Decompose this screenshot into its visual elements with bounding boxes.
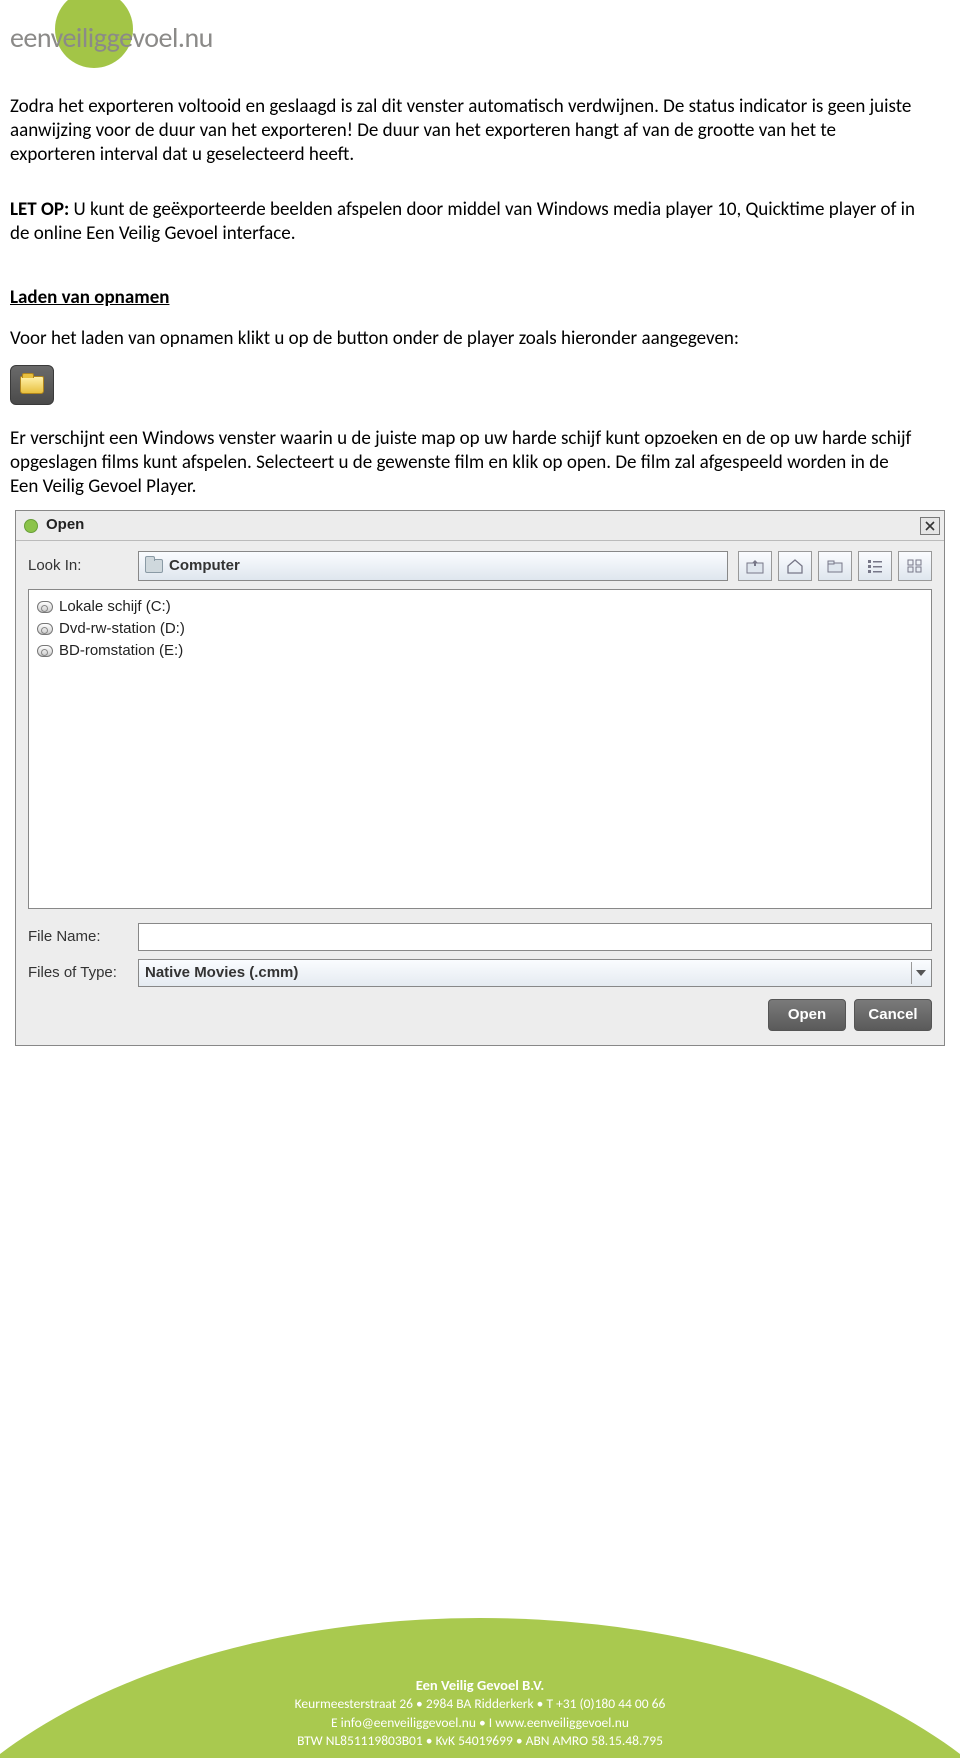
footer-line-3: BTW NL851119803B01 • KvK 54019699 • ABN … xyxy=(0,1732,960,1750)
look-in-row: Look In: Computer xyxy=(28,551,932,581)
paragraph-1: Zodra het exporteren voltooid en geslaag… xyxy=(10,95,920,166)
paragraph-letop: LET OP: U kunt de geëxporteerde beelden … xyxy=(10,198,920,246)
cancel-button[interactable]: Cancel xyxy=(854,999,932,1031)
file-type-label: Files of Type: xyxy=(28,964,138,983)
drive-label: BD-romstation (E:) xyxy=(59,642,183,661)
dialog-toolbar xyxy=(738,551,932,581)
new-folder-button[interactable] xyxy=(818,551,852,581)
folder-icon xyxy=(20,376,44,394)
footer-title: Een Veilig Gevoel B.V. xyxy=(0,1676,960,1696)
home-button[interactable] xyxy=(778,551,812,581)
file-name-label: File Name: xyxy=(28,928,138,947)
dialog-actions: Open Cancel xyxy=(28,999,932,1031)
letop-text: U kunt de geëxporteerde beelden afspelen… xyxy=(10,198,915,245)
dialog-titlebar: Open xyxy=(16,511,944,541)
dialog-body: Look In: Computer xyxy=(16,541,944,1045)
logo-text: eenveiliggevoel.nu xyxy=(10,20,213,55)
disk-icon xyxy=(37,645,53,657)
close-icon xyxy=(925,521,935,531)
up-folder-button[interactable] xyxy=(738,551,772,581)
home-icon xyxy=(786,558,804,574)
footer-text: Een Veilig Gevoel B.V. Keurmeesterstraat… xyxy=(0,1676,960,1750)
paragraph-4: Er verschijnt een Windows venster waarin… xyxy=(10,427,920,498)
drive-label: Lokale schijf (C:) xyxy=(59,598,171,617)
list-item[interactable]: Lokale schijf (C:) xyxy=(37,596,923,618)
file-name-input[interactable] xyxy=(138,923,932,951)
drive-label: Dvd-rw-station (D:) xyxy=(59,620,185,639)
letop-label: LET OP: xyxy=(10,198,69,221)
logo-header: eenveiliggevoel.nu xyxy=(0,0,960,75)
file-type-row: Files of Type: Native Movies (.cmm) xyxy=(28,959,932,987)
file-type-value: Native Movies (.cmm) xyxy=(145,964,298,983)
dialog-status-icon xyxy=(24,519,38,533)
close-button[interactable] xyxy=(920,517,940,535)
computer-icon xyxy=(145,559,163,573)
dialog-title: Open xyxy=(46,516,920,535)
chevron-down-icon xyxy=(911,962,929,984)
up-folder-icon xyxy=(746,558,764,574)
list-view-button[interactable] xyxy=(858,551,892,581)
open-button[interactable]: Open xyxy=(768,999,846,1031)
file-type-select[interactable]: Native Movies (.cmm) xyxy=(138,959,932,987)
details-view-icon xyxy=(906,558,924,574)
footer-line-2: E info@eenveiliggevoel.nu • I www.eenvei… xyxy=(0,1714,960,1732)
open-dialog: Open Look In: Computer xyxy=(15,510,945,1046)
new-folder-icon xyxy=(826,558,844,574)
section-heading-laden: Laden van opnamen xyxy=(10,286,920,310)
look-in-label: Look In: xyxy=(28,557,138,576)
look-in-select[interactable]: Computer xyxy=(138,551,728,581)
details-view-button[interactable] xyxy=(898,551,932,581)
open-folder-button[interactable] xyxy=(10,365,54,405)
look-in-value: Computer xyxy=(169,557,240,576)
footer-line-1: Keurmeesterstraat 26 • 2984 BA Ridderker… xyxy=(0,1695,960,1713)
file-list[interactable]: Lokale schijf (C:) Dvd-rw-station (D:) B… xyxy=(28,589,932,909)
list-view-icon xyxy=(866,558,884,574)
disk-icon xyxy=(37,623,53,635)
page-footer: Een Veilig Gevoel B.V. Keurmeesterstraat… xyxy=(0,1598,960,1758)
list-item[interactable]: BD-romstation (E:) xyxy=(37,640,923,662)
file-name-row: File Name: xyxy=(28,923,932,951)
paragraph-3: Voor het laden van opnamen klikt u op de… xyxy=(10,327,920,351)
document-content: Zodra het exporteren voltooid en geslaag… xyxy=(0,95,960,1046)
list-item[interactable]: Dvd-rw-station (D:) xyxy=(37,618,923,640)
disk-icon xyxy=(37,601,53,613)
